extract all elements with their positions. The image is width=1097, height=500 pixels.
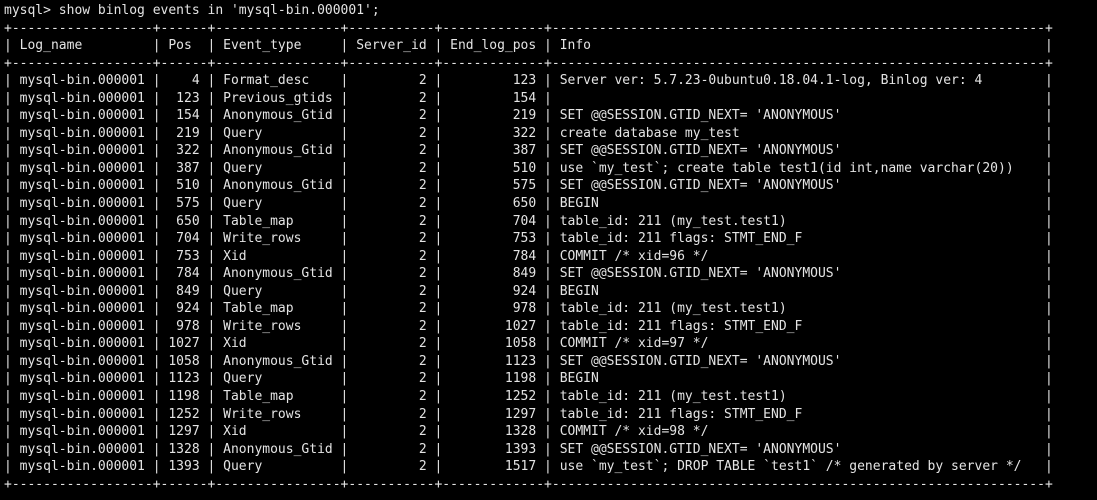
table-border-mid: +------------------+------+-------------… [4, 56, 1053, 71]
table-body: | mysql-bin.000001 | 4 | Format_desc | 2… [4, 73, 1053, 474]
table-border-bottom: +------------------+------+-------------… [4, 477, 1053, 492]
table-border-top: +------------------+------+-------------… [4, 21, 1053, 36]
mysql-prompt: mysql> show binlog events in 'mysql-bin.… [4, 3, 380, 18]
table-header-row: | Log_name | Pos | Event_type | Server_i… [4, 38, 1053, 53]
terminal-output: mysql> show binlog events in 'mysql-bin.… [0, 0, 1097, 497]
